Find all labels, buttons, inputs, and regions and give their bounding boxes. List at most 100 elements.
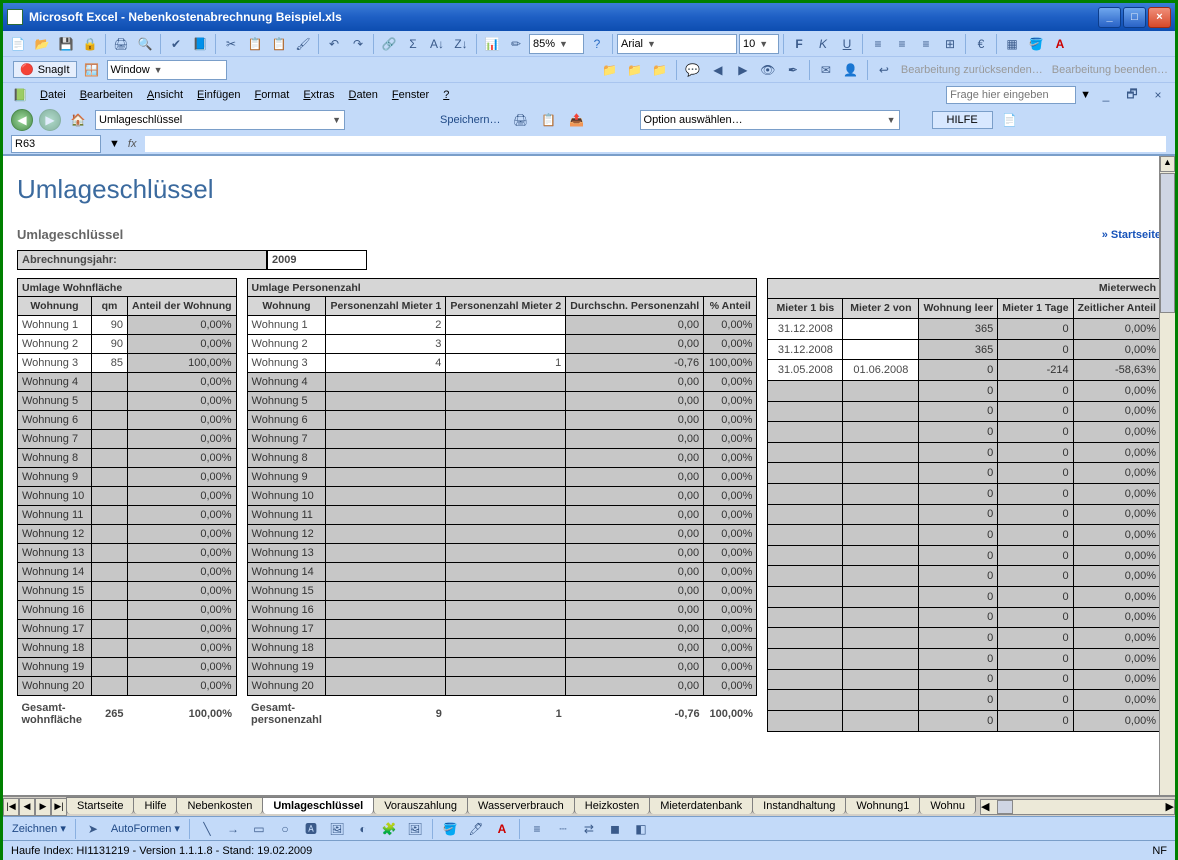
sheet-tab-nebenkosten[interactable]: Nebenkosten <box>176 797 263 814</box>
folder-icon[interactable]: 📁 <box>599 59 621 81</box>
cell[interactable]: 0,00% <box>127 658 236 677</box>
cell[interactable]: 0,00% <box>704 430 757 449</box>
cell[interactable]: Wohnung 11 <box>247 506 326 525</box>
cell[interactable]: 0 <box>919 442 998 463</box>
page-combo[interactable]: Umlageschlüssel▼ <box>95 110 345 130</box>
cell[interactable]: 0,00% <box>127 563 236 582</box>
cell[interactable]: 0,00 <box>566 525 704 544</box>
research-icon[interactable]: 📘 <box>189 33 211 55</box>
align-center-icon[interactable]: ≡ <box>891 33 913 55</box>
cell[interactable] <box>843 710 919 731</box>
sort-desc-icon[interactable]: Z↓ <box>450 33 472 55</box>
cell[interactable] <box>768 484 843 505</box>
cell[interactable]: 0,00% <box>704 563 757 582</box>
cell[interactable]: 0 <box>919 422 998 443</box>
cell[interactable]: Wohnung 4 <box>247 373 326 392</box>
comment-new-icon[interactable]: 💬 <box>682 59 704 81</box>
cell[interactable]: 0 <box>919 690 998 711</box>
cell[interactable] <box>326 392 446 411</box>
chart-icon[interactable]: 📊 <box>481 33 503 55</box>
cell[interactable]: 0 <box>998 628 1073 649</box>
cell[interactable]: 0 <box>919 401 998 422</box>
cell[interactable]: 0,00% <box>1073 628 1160 649</box>
fill2-icon[interactable]: 🪣 <box>439 818 461 840</box>
cell[interactable] <box>446 487 566 506</box>
spellcheck-icon[interactable]: ✔ <box>165 33 187 55</box>
cell[interactable]: 0,00% <box>127 639 236 658</box>
cell[interactable]: 0,00% <box>1073 339 1160 360</box>
cell[interactable] <box>91 392 127 411</box>
cell[interactable] <box>91 449 127 468</box>
cell[interactable]: 0,00% <box>704 525 757 544</box>
arrowstyle-icon[interactable]: ⇄ <box>578 818 600 840</box>
cell[interactable] <box>768 648 843 669</box>
autoshapes-menu[interactable]: AutoFormen ▾ <box>108 822 183 835</box>
textbox-icon[interactable]: 🅰 <box>300 818 322 840</box>
scroll-up-icon[interactable]: ▲ <box>1160 156 1175 172</box>
cell[interactable] <box>843 339 919 360</box>
cell[interactable]: 0,00% <box>704 658 757 677</box>
help-search-input[interactable] <box>946 86 1076 104</box>
cell[interactable] <box>326 430 446 449</box>
sheet-tab-hilfe[interactable]: Hilfe <box>133 797 177 814</box>
cell[interactable]: 0,00% <box>1073 710 1160 731</box>
diagram-icon[interactable]: ◐ <box>352 818 374 840</box>
cell[interactable]: 0,00 <box>566 677 704 696</box>
nav-back-icon[interactable]: ◀ <box>11 109 33 131</box>
cell[interactable]: 0,00 <box>566 411 704 430</box>
cell[interactable] <box>768 463 843 484</box>
home-icon[interactable]: 🏠 <box>67 109 89 131</box>
lineweight-icon[interactable]: ≡ <box>526 818 548 840</box>
cell[interactable]: 0,00% <box>1073 484 1160 505</box>
cell[interactable] <box>446 582 566 601</box>
namebox-dropdown-icon[interactable]: ▼ <box>109 138 120 150</box>
cell[interactable] <box>446 620 566 639</box>
cell[interactable]: 0,00% <box>704 316 757 335</box>
cell[interactable]: 0,00% <box>704 335 757 354</box>
picture-icon[interactable]: 🖼 <box>404 818 426 840</box>
cell[interactable] <box>768 710 843 731</box>
cell[interactable]: 0,00% <box>704 449 757 468</box>
cell[interactable] <box>326 658 446 677</box>
borders-icon[interactable]: ▦ <box>1001 33 1023 55</box>
cell[interactable]: 0,00% <box>127 316 236 335</box>
cell[interactable] <box>446 544 566 563</box>
cell[interactable]: 0 <box>998 545 1073 566</box>
cell[interactable]: 0,00 <box>566 563 704 582</box>
doc-close-icon[interactable]: × <box>1147 84 1169 106</box>
cell[interactable]: Wohnung 14 <box>247 563 326 582</box>
cell[interactable] <box>446 449 566 468</box>
worksheet[interactable]: ▲ Umlageschlüssel Umlageschlüssel » Star… <box>3 156 1175 796</box>
arrow-icon[interactable]: → <box>222 818 244 840</box>
cell[interactable]: Wohnung 7 <box>18 430 92 449</box>
cell[interactable]: 0,00% <box>1073 587 1160 608</box>
nav-forward-icon[interactable]: ▶ <box>39 109 61 131</box>
cell[interactable] <box>446 525 566 544</box>
cell[interactable] <box>326 487 446 506</box>
cell[interactable]: 0,00% <box>704 373 757 392</box>
cell[interactable]: Wohnung 9 <box>247 468 326 487</box>
cell[interactable]: 0,00% <box>1073 545 1160 566</box>
new-icon[interactable]: 📄 <box>7 33 29 55</box>
tab-last-icon[interactable]: ▶| <box>51 798 67 816</box>
cell[interactable]: Wohnung 18 <box>18 639 92 658</box>
cell[interactable]: 0 <box>998 525 1073 546</box>
cell[interactable]: Wohnung 12 <box>18 525 92 544</box>
cell[interactable]: 0 <box>998 648 1073 669</box>
cell[interactable]: 0,00% <box>704 582 757 601</box>
cell[interactable] <box>326 677 446 696</box>
menu-?[interactable]: ? <box>436 87 456 103</box>
menu-bearbeiten[interactable]: Bearbeiten <box>73 87 140 103</box>
cell[interactable]: 0,00% <box>1073 442 1160 463</box>
cell[interactable] <box>843 648 919 669</box>
cell[interactable] <box>91 620 127 639</box>
recipient-icon[interactable]: 👤 <box>840 59 862 81</box>
sheet-tab-heizkosten[interactable]: Heizkosten <box>574 797 650 814</box>
font-color-icon[interactable]: A <box>1049 33 1071 55</box>
cell[interactable]: 0,00% <box>704 506 757 525</box>
cell[interactable]: 90 <box>91 335 127 354</box>
oval-icon[interactable]: ○ <box>274 818 296 840</box>
cell[interactable]: 0,00% <box>1073 422 1160 443</box>
cell[interactable] <box>446 677 566 696</box>
italic-icon[interactable]: K <box>812 33 834 55</box>
